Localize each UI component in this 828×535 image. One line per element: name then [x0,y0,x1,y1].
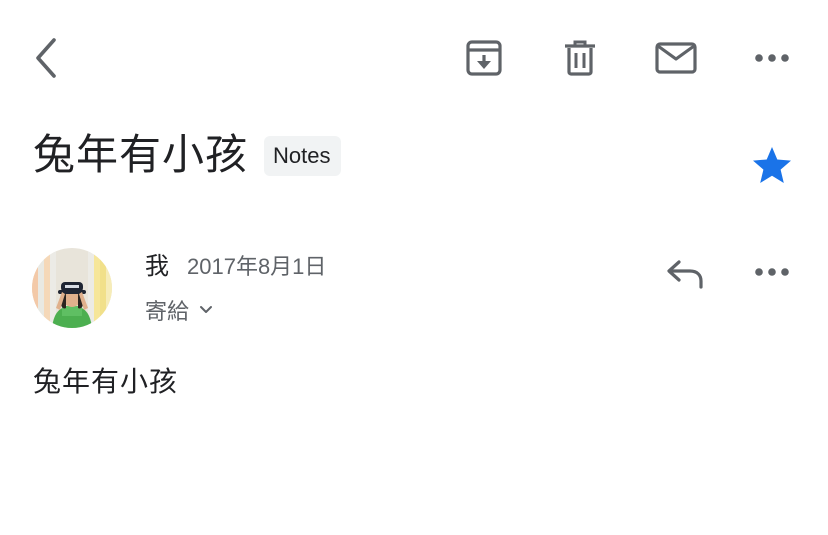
trash-icon [565,40,595,76]
archive-icon [466,40,502,76]
subject-row: 兔年有小孩 Notes [33,128,341,182]
label-chip[interactable]: Notes [264,136,341,176]
star-icon [753,147,791,183]
recipient-label: 寄給 [145,300,190,325]
reply-icon [667,260,703,289]
reply-button[interactable] [662,254,708,294]
more-horizontal-icon [755,268,789,276]
sender-name: 我 [145,252,169,280]
chevron-down-icon [199,305,213,315]
archive-button[interactable] [460,36,508,80]
message-more-options-button[interactable] [750,258,794,286]
delete-button[interactable] [558,36,602,80]
avatar-photo [32,248,112,328]
message-date: 2017年8月1日 [187,254,327,279]
sender-row: 我 2017年8月1日 [145,246,326,281]
recipient-details-toggle[interactable]: 寄給 [145,294,213,326]
star-button[interactable] [748,142,796,188]
chevron-left-icon [36,38,56,78]
sender-avatar[interactable] [32,248,112,328]
more-horizontal-icon [755,54,789,62]
more-options-button[interactable] [750,44,794,72]
email-body: 兔年有小孩 [33,365,179,398]
back-button[interactable] [26,34,66,82]
email-view: 兔年有小孩 Notes 我 2017年8月1日 寄給 兔年有小孩 [0,0,828,535]
email-subject: 兔年有小孩 [33,130,249,179]
envelope-icon [655,42,697,74]
mark-unread-button[interactable] [652,36,700,80]
